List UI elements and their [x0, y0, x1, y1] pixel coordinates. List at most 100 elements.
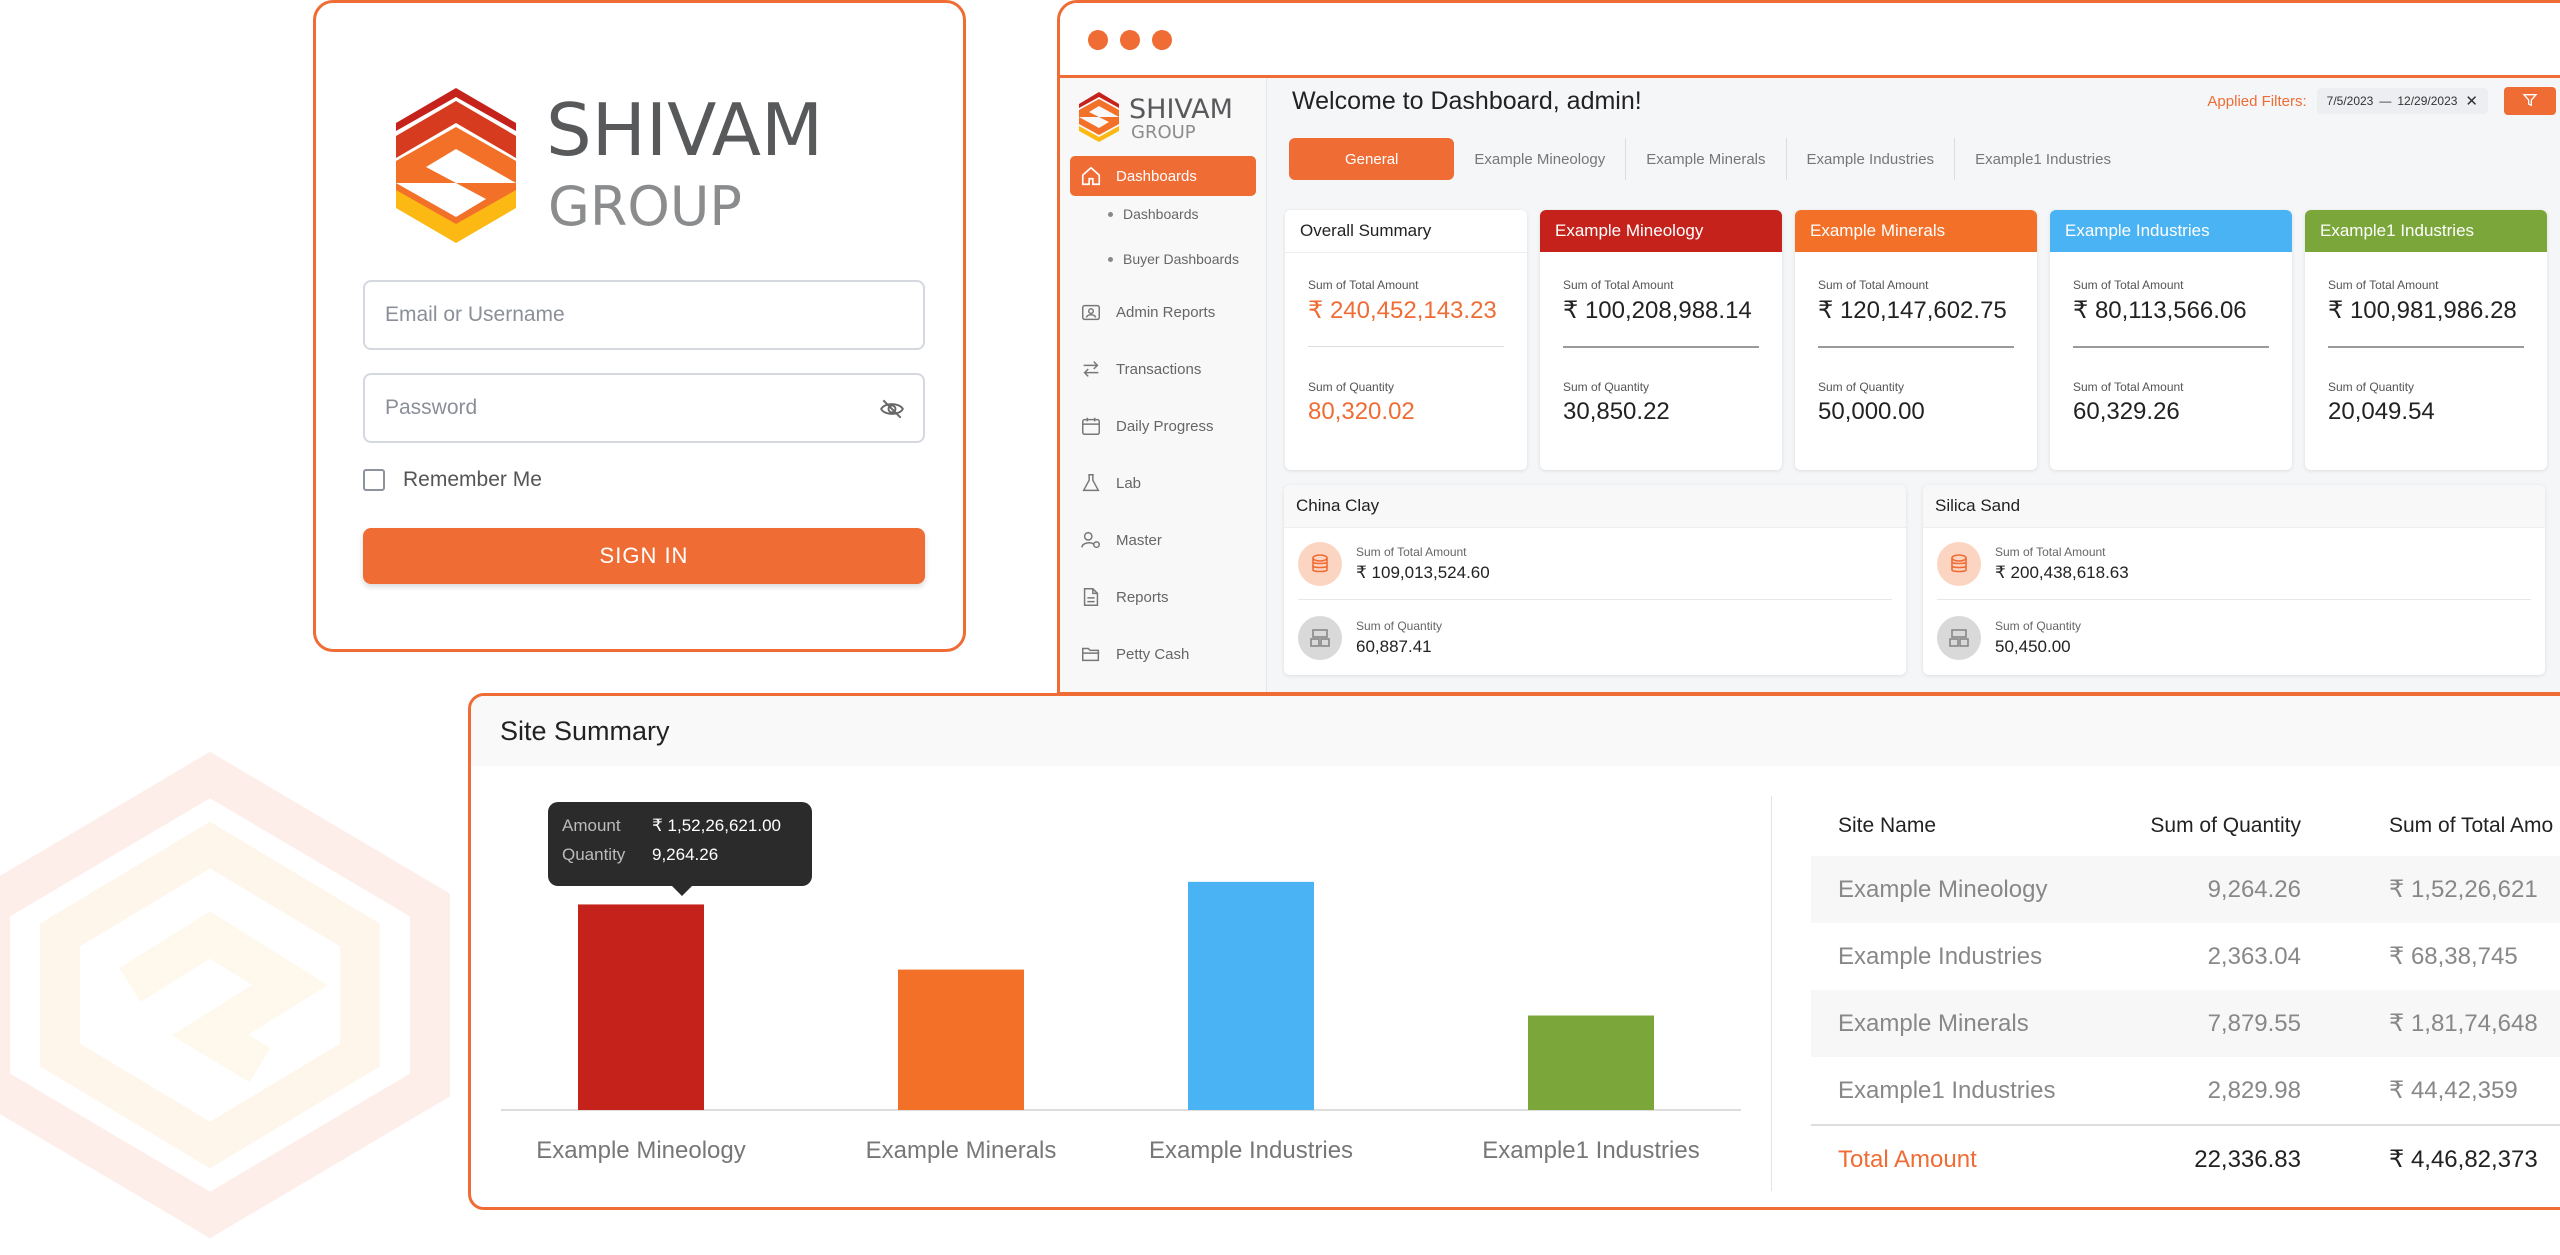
id-card-icon: [1082, 304, 1100, 321]
sidebar-logo: SHIVAM GROUP: [1079, 92, 1233, 142]
svg-text:SHIVAM: SHIVAM: [546, 88, 823, 172]
close-icon[interactable]: ✕: [2465, 92, 2478, 110]
card-amount-value: ₹ 240,452,143.23: [1308, 297, 1497, 324]
sidebar-item-label: Petty Cash: [1116, 645, 1190, 663]
sidebar-subitem-dashboards[interactable]: Dashboards: [1108, 206, 1199, 222]
card-quantity-value: 20,049.54: [2328, 398, 2435, 425]
card-quantity-value: 80,320.02: [1308, 398, 1415, 425]
card-amount-label: Sum of Total Amount: [2073, 278, 2184, 292]
sidebar-item-admin-reports[interactable]: Admin Reports: [1070, 292, 1256, 332]
table-total-row: Total Amount 22,336.83 ₹ 4,46,82,373: [1811, 1124, 2560, 1193]
material-quantity-value: 50,450.00: [1995, 637, 2071, 656]
sidebar-item-dashboards[interactable]: Dashboards: [1070, 156, 1256, 196]
eye-off-icon[interactable]: [879, 396, 905, 422]
card-divider: [1563, 346, 1759, 348]
bar-example-minerals[interactable]: [898, 969, 1024, 1110]
table-row[interactable]: Example Minerals 7,879.55 ₹ 1,81,74,648: [1811, 990, 2560, 1057]
date-from: 7/5/2023: [2326, 94, 2374, 108]
card-amount-value: ₹ 120,147,602.75: [1818, 297, 2007, 324]
card-title: Silica Sand: [1923, 485, 2545, 528]
page-title: Welcome to Dashboard, admin!: [1292, 87, 1642, 115]
window-dot-maximize[interactable]: [1152, 30, 1172, 50]
sidebar-item-lab[interactable]: Lab: [1070, 463, 1256, 503]
window-dot-minimize[interactable]: [1120, 30, 1140, 50]
dashboard-window: SHIVAM GROUP Dashboards Dashboards Buyer…: [1057, 0, 2560, 695]
material-quantity-row: Sum of Quantity 50,450.00: [1937, 603, 2531, 673]
chart-tooltip: Amount ₹ 1,52,26,621.00 Quantity 9,264.2…: [548, 802, 812, 896]
remember-me-checkbox[interactable]: [363, 469, 385, 491]
sidebar-subitem-buyer-dashboards[interactable]: Buyer Dashboards: [1108, 251, 1239, 267]
bar-example1-industries[interactable]: [1528, 1015, 1654, 1111]
remember-me-label: Remember Me: [403, 468, 542, 491]
card-overall-summary: Overall Summary Sum of Total Amount ₹ 24…: [1285, 210, 1527, 470]
card-quantity-label: Sum of Total Amount: [2073, 380, 2184, 394]
applied-filters: Applied Filters: 7/5/2023 — 12/29/2023 ✕: [2207, 87, 2556, 115]
card-amount-label: Sum of Total Amount: [1563, 278, 1674, 292]
column-header-sum-amount[interactable]: Sum of Total Amo: [2389, 814, 2553, 838]
folder-open-icon: [1082, 647, 1100, 662]
sidebar-subitem-label: Dashboards: [1123, 206, 1199, 222]
card-divider: [2328, 346, 2524, 348]
sidebar-item-label: Lab: [1116, 474, 1142, 492]
password-field[interactable]: [363, 373, 925, 443]
card-amount-value: ₹ 100,981,986.28: [2328, 297, 2517, 324]
tab-example1-industries[interactable]: Example1 Industries: [1954, 138, 2131, 180]
tab-example-industries[interactable]: Example Industries: [1785, 138, 1955, 180]
card-amount-value: ₹ 100,208,988.14: [1563, 297, 1752, 324]
table-row[interactable]: Example Industries 2,363.04 ₹ 68,38,745: [1811, 923, 2560, 990]
swap-arrows-icon: [1083, 361, 1099, 377]
card-china-clay: China Clay Sum of Total Amount ₹ 109,013…: [1284, 485, 1906, 675]
tooltip-quantity: Quantity 9,264.26: [562, 845, 718, 865]
cell-site-name: Example Minerals: [1838, 1009, 2029, 1037]
table-row[interactable]: Example Mineology 9,264.26 ₹ 1,52,26,621: [1811, 856, 2560, 923]
password-input[interactable]: [365, 375, 923, 441]
sidebar-item-transactions[interactable]: Transactions: [1070, 349, 1256, 389]
coins-icon: [1937, 542, 1981, 586]
svg-text:SHIVAM: SHIVAM: [1129, 94, 1233, 125]
svg-text:GROUP: GROUP: [1131, 122, 1196, 142]
material-amount-row: Sum of Total Amount ₹ 109,013,524.60: [1298, 529, 1892, 600]
card-title: Overall Summary: [1285, 210, 1527, 253]
cell-amount: ₹ 1,52,26,621: [2389, 876, 2538, 903]
card-quantity-label: Sum of Quantity: [2328, 380, 2415, 394]
site-summary-header: Site Summary: [471, 696, 2560, 766]
card-quantity-value: 30,850.22: [1563, 398, 1670, 425]
sidebar-item-daily-progress[interactable]: Daily Progress: [1070, 406, 1256, 446]
login-panel: SHIVAM GROUP Remember Me SIGN IN: [313, 0, 966, 652]
sidebar-item-label: Transactions: [1116, 360, 1202, 378]
table-row[interactable]: Example1 Industries 2,829.98 ₹ 44,42,359: [1811, 1057, 2560, 1124]
cell-site-name: Example1 Industries: [1838, 1076, 2056, 1104]
card-example-minerals: Example Minerals Sum of Total Amount ₹ 1…: [1795, 210, 2037, 470]
bullet-icon: [1108, 211, 1113, 217]
card-amount-label: Sum of Total Amount: [2328, 278, 2439, 292]
bar-example-mineology[interactable]: [578, 904, 704, 1110]
background-logo-watermark: [0, 751, 450, 1239]
material-amount-row: Sum of Total Amount ₹ 200,438,618.63: [1937, 529, 2531, 600]
x-tick-label: Example1 Industries: [1482, 1137, 1699, 1164]
vertical-divider: [1771, 796, 1772, 1191]
column-header-sum-quantity[interactable]: Sum of Quantity: [2121, 814, 2301, 838]
material-quantity-label: Sum of Quantity: [1356, 619, 1443, 633]
sidebar-item-petty-cash[interactable]: Petty Cash: [1070, 634, 1256, 674]
material-quantity-row: Sum of Quantity 60,887.41: [1298, 603, 1892, 673]
date-range-filter[interactable]: 7/5/2023 — 12/29/2023 ✕: [2316, 88, 2488, 114]
tab-example-mineology[interactable]: Example Mineology: [1454, 138, 1625, 180]
cell-quantity: 9,264.26: [2207, 875, 2301, 903]
tab-bar: General Example Mineology Example Minera…: [1289, 138, 2131, 180]
sign-in-button[interactable]: SIGN IN: [363, 528, 925, 584]
tooltip-amount-label: Amount: [562, 816, 621, 835]
document-icon: [1083, 588, 1099, 606]
email-field[interactable]: [363, 280, 925, 350]
sidebar-item-reports[interactable]: Reports: [1070, 577, 1256, 617]
cell-amount: ₹ 44,42,359: [2389, 1077, 2518, 1104]
column-header-site-name[interactable]: Site Name: [1838, 814, 1936, 838]
x-tick-label: Example Industries: [1149, 1137, 1353, 1164]
filter-button[interactable]: [2504, 87, 2556, 115]
tab-general[interactable]: General: [1289, 138, 1455, 180]
sidebar-item-master[interactable]: Master: [1070, 520, 1256, 560]
email-input[interactable]: [365, 282, 923, 348]
window-dot-close[interactable]: [1088, 30, 1108, 50]
bar-example-industries[interactable]: [1188, 881, 1314, 1110]
site-summary-panel: Site Summary Example Mineology Example Mi…: [468, 693, 2560, 1210]
tab-example-minerals[interactable]: Example Minerals: [1625, 138, 1785, 180]
